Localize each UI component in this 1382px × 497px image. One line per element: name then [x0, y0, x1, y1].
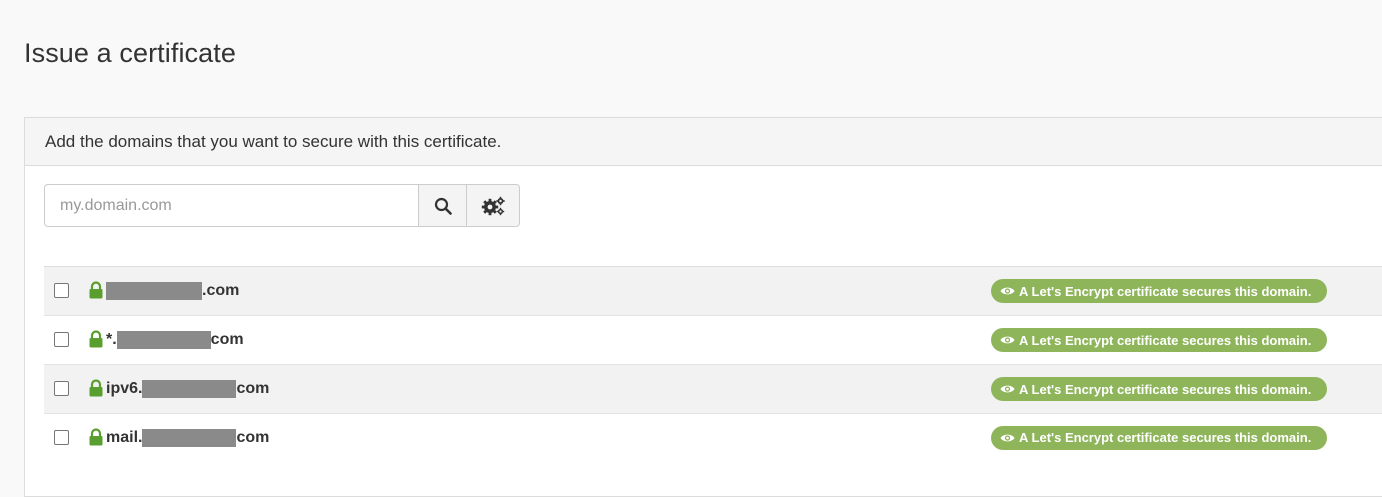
redacted-text: [142, 428, 237, 447]
domain-name: .com: [106, 280, 239, 302]
redacted-text: [142, 380, 237, 398]
eye-icon: [1000, 385, 1015, 393]
gears-icon: [481, 196, 505, 215]
domains-panel: Add the domains that you want to secure …: [24, 117, 1382, 497]
eye-icon: [1000, 434, 1015, 441]
eye-icon: [1000, 287, 1015, 295]
domain-row: *. com A Let's Encrypt certificate secure…: [44, 316, 1382, 365]
options-button[interactable]: [466, 184, 520, 227]
domain-row: .com A Let's Encrypt certificate secures…: [44, 267, 1382, 316]
domain-list: .com A Let's Encrypt certificate secures…: [44, 266, 1382, 461]
status-badge: A Let's Encrypt certificate secures this…: [991, 425, 1327, 450]
redacted-text: [116, 331, 211, 349]
domain-checkbox[interactable]: [54, 283, 69, 298]
page-title: Issue a certificate: [24, 38, 236, 68]
domain-name: ipv6. com: [106, 380, 270, 398]
redacted-text: [106, 282, 202, 300]
domain-row: ipv6. com A Let's Encrypt certificate sec…: [44, 365, 1382, 414]
lock-icon: [89, 379, 103, 397]
domain-row: mail. com A Let's Encrypt certificate sec…: [44, 414, 1382, 461]
status-badge: A Let's Encrypt certificate secures this…: [991, 328, 1327, 352]
panel-heading: Add the domains that you want to secure …: [25, 118, 1382, 166]
status-badge: A Let's Encrypt certificate secures this…: [991, 377, 1327, 401]
search-button[interactable]: [418, 184, 466, 227]
lock-icon: [89, 281, 103, 299]
lock-icon: [89, 427, 103, 445]
search-icon: [434, 197, 452, 215]
eye-icon: [1000, 336, 1015, 344]
lock-icon: [89, 330, 103, 348]
domain-name: mail. com: [106, 428, 270, 447]
domain-checkbox[interactable]: [54, 429, 69, 445]
domain-checkbox[interactable]: [54, 381, 69, 396]
status-badge: A Let's Encrypt certificate secures this…: [991, 279, 1327, 303]
domain-search-group: [44, 184, 520, 227]
domain-name: *. com: [106, 331, 244, 349]
domain-input[interactable]: [44, 184, 418, 227]
domain-checkbox[interactable]: [54, 332, 69, 347]
